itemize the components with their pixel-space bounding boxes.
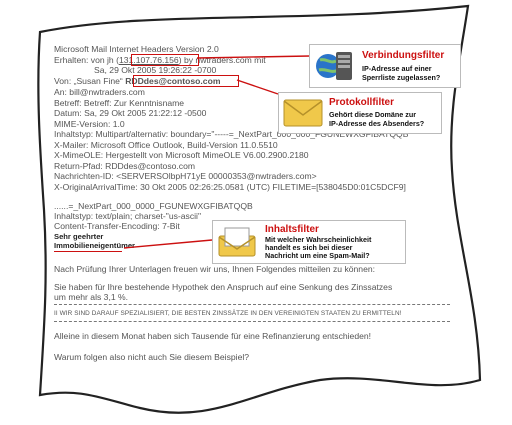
content-filter-callout: Inhaltsfilter Mit welcher Wahrscheinlich… [212, 220, 406, 264]
server-globe-icon [314, 48, 358, 89]
salutation-line-2: Immobilieneigentümer [54, 241, 136, 250]
content-filter-title: Inhaltsfilter [265, 224, 319, 235]
closing-line-1: Alleine in diesem Monat haben sich Tause… [54, 331, 372, 341]
mime-version-line: MIME-Version: 1.0 [54, 119, 125, 129]
boundary-line: ......=_NextPart_000_0000_FGUNEWXGFIBATQ… [54, 201, 253, 211]
date-line: Datum: Sa, 29 Okt 2005 21:22:12 -0500 [54, 108, 207, 118]
body-line-3: um mehr als 3,1 %. [54, 292, 129, 302]
arrival-time-line: X-OriginalArrivalTime: 30 Okt 2005 02:26… [54, 182, 406, 192]
protocol-filter-desc-2: IP-Adresse des Absenders? [329, 119, 425, 128]
connection-filter-callout: Verbindungsfilter IP-Adresse auf einer S… [309, 44, 461, 88]
x-mimeole-line: X-MimeOLE: Hergestellt von Microsoft Mim… [54, 150, 309, 160]
from-prefix: Von: „Susan Fine“ [54, 76, 126, 86]
ip-highlight [131, 54, 199, 66]
separator-top [54, 304, 450, 305]
caps-line: II WIR SIND DARAUF SPEZIALISIERT, DIE BE… [54, 310, 402, 317]
connection-filter-desc-2: Sperrliste zugelassen? [362, 73, 441, 82]
salutation-underline [54, 251, 122, 252]
subject-line: Betreff: Betreff: Zur Kenntnisname [54, 98, 185, 108]
message-id-line: Nachrichten-ID: <SERVERSOlbpH71yE 000003… [54, 171, 317, 181]
body-line-2: Sie haben für Ihre bestehende Hypothek d… [54, 282, 393, 292]
connection-filter-title: Verbindungsfilter [362, 50, 445, 61]
open-envelope-icon [217, 226, 257, 263]
envelope-icon [283, 99, 323, 132]
received-date: Sa, 29 Okt 2005 19:26:22 -0700 [94, 65, 217, 75]
separator-bottom [54, 321, 450, 322]
received-prefix: Erhalten: von jh ( [54, 55, 119, 65]
protocol-filter-callout: Protokollfilter Gehört diese Domäne zur … [278, 92, 442, 134]
to-line: An: bill@nwtraders.com [54, 87, 145, 97]
protocol-filter-title: Protokollfilter [329, 97, 395, 108]
content-filter-desc-3: Nachricht um eine Spam-Mail? [265, 251, 370, 260]
mail-headers-version: Microsoft Mail Internet Headers Version … [54, 44, 219, 54]
email-header-diagram: Microsoft Mail Internet Headers Version … [0, 0, 512, 425]
body-content-type-line: Inhaltstyp: text/plain; charset-"us-asci… [54, 211, 202, 221]
closing-line-2: Warum folgen also nicht auch Sie diesem … [54, 352, 250, 362]
return-path-line: Return-Pfad: RDDdes@contoso.com [54, 161, 196, 171]
body-line-1: Nach Prüfung Ihrer Unterlagen freuen wir… [54, 264, 376, 274]
x-mailer-line: X-Mailer: Microsoft Office Outlook, Buil… [54, 140, 278, 150]
encoding-line: Content-Transfer-Encoding: 7-Bit [54, 221, 180, 231]
sender-highlight [133, 75, 239, 87]
